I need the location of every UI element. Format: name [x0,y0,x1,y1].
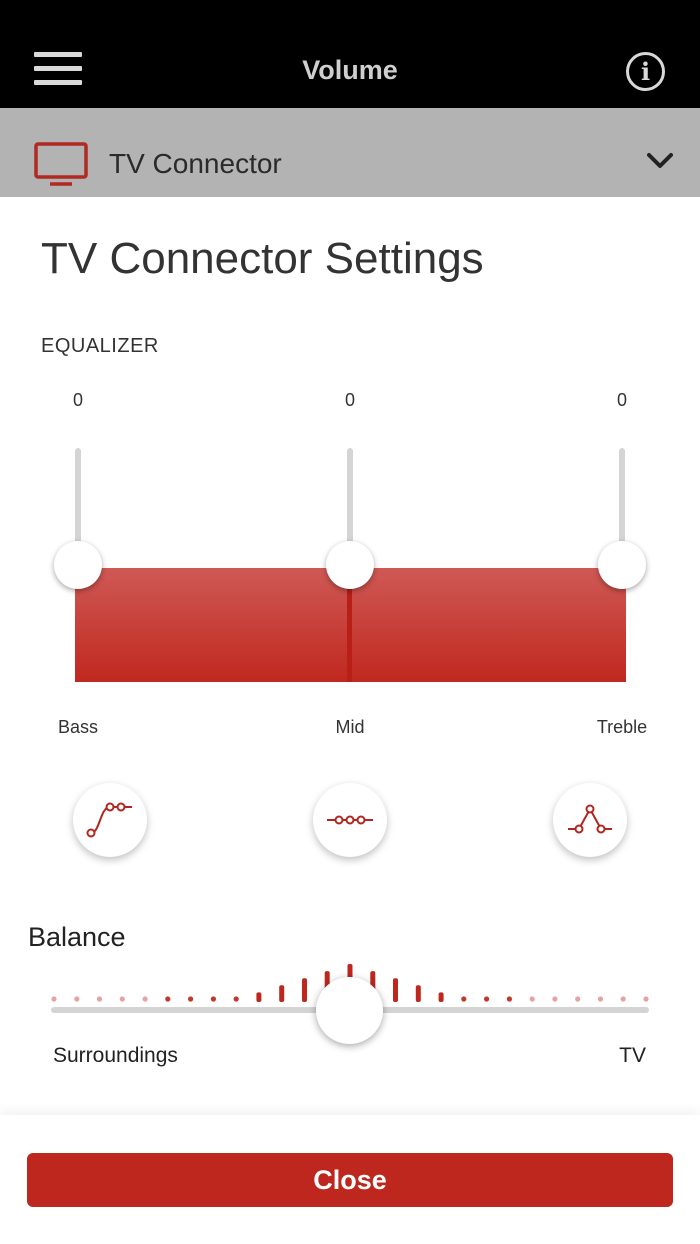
bass-slider-handle[interactable] [54,541,102,589]
balance-right-label: TV [619,1044,646,1067]
bass-label: Bass [57,717,99,737]
treble-slider-handle[interactable] [598,541,646,589]
balance-level-dot [620,996,626,1002]
balance-level-dot [575,996,581,1002]
balance-level-dot [119,996,125,1002]
balance-level-dot [597,996,604,1002]
close-button[interactable]: Close [27,1153,673,1207]
flat-preset-button[interactable] [313,783,387,857]
balance-level-dot [643,996,649,1002]
mid-preset-button[interactable] [553,783,627,857]
mid-value: 0 [344,390,355,410]
chevron-down-icon[interactable] [646,152,674,170]
balance-level-dot [233,996,239,1002]
balance-left-label: Surroundings [53,1044,178,1067]
balance-level-dot [165,996,171,1002]
device-selector[interactable]: TV Connector [0,108,700,197]
bass-preset-button[interactable] [73,783,147,857]
balance-level-dot [142,996,148,1002]
balance-level-dot [506,996,512,1002]
balance-level-dot [96,996,103,1002]
info-icon[interactable]: i [626,52,665,91]
balance-slider-handle[interactable] [316,977,383,1044]
balance-level-bar [438,992,444,1002]
balance-level-bar [393,978,398,1002]
balance-level-bar [415,985,421,1002]
balance-level-bar [279,985,285,1002]
balance-level-dot [51,996,57,1002]
mid-boost-curve-icon [568,804,612,834]
settings-title: TV Connector Settings [41,234,484,283]
balance-level-bar [302,978,307,1002]
balance-level-dot [552,996,558,1002]
top-bar: Volume i [0,0,700,108]
page-title: Volume [302,55,398,85]
balance-heading: Balance [28,922,126,952]
balance-level-bar [256,992,262,1002]
balance-slider[interactable] [0,950,700,1050]
bottom-panel: Close [0,1115,700,1244]
balance-level-dot [74,996,80,1002]
treble-value: 0 [616,390,627,410]
equalizer-heading: EQUALIZER [41,335,159,357]
balance-level-dot [529,996,535,1002]
equalizer-chart [0,440,700,690]
balance-level-dot [484,996,490,1002]
balance-level-dot [188,996,194,1002]
tv-icon [34,142,88,186]
balance-level-dot [461,996,467,1002]
treble-label: Treble [596,717,648,737]
device-name: TV Connector [109,148,282,179]
mid-slider-handle[interactable] [326,541,374,589]
balance-level-dot [210,996,216,1002]
mid-label: Mid [335,717,365,737]
flat-curve-icon [327,815,373,825]
bass-boost-curve-icon [86,802,132,838]
bass-value: 0 [72,390,83,410]
